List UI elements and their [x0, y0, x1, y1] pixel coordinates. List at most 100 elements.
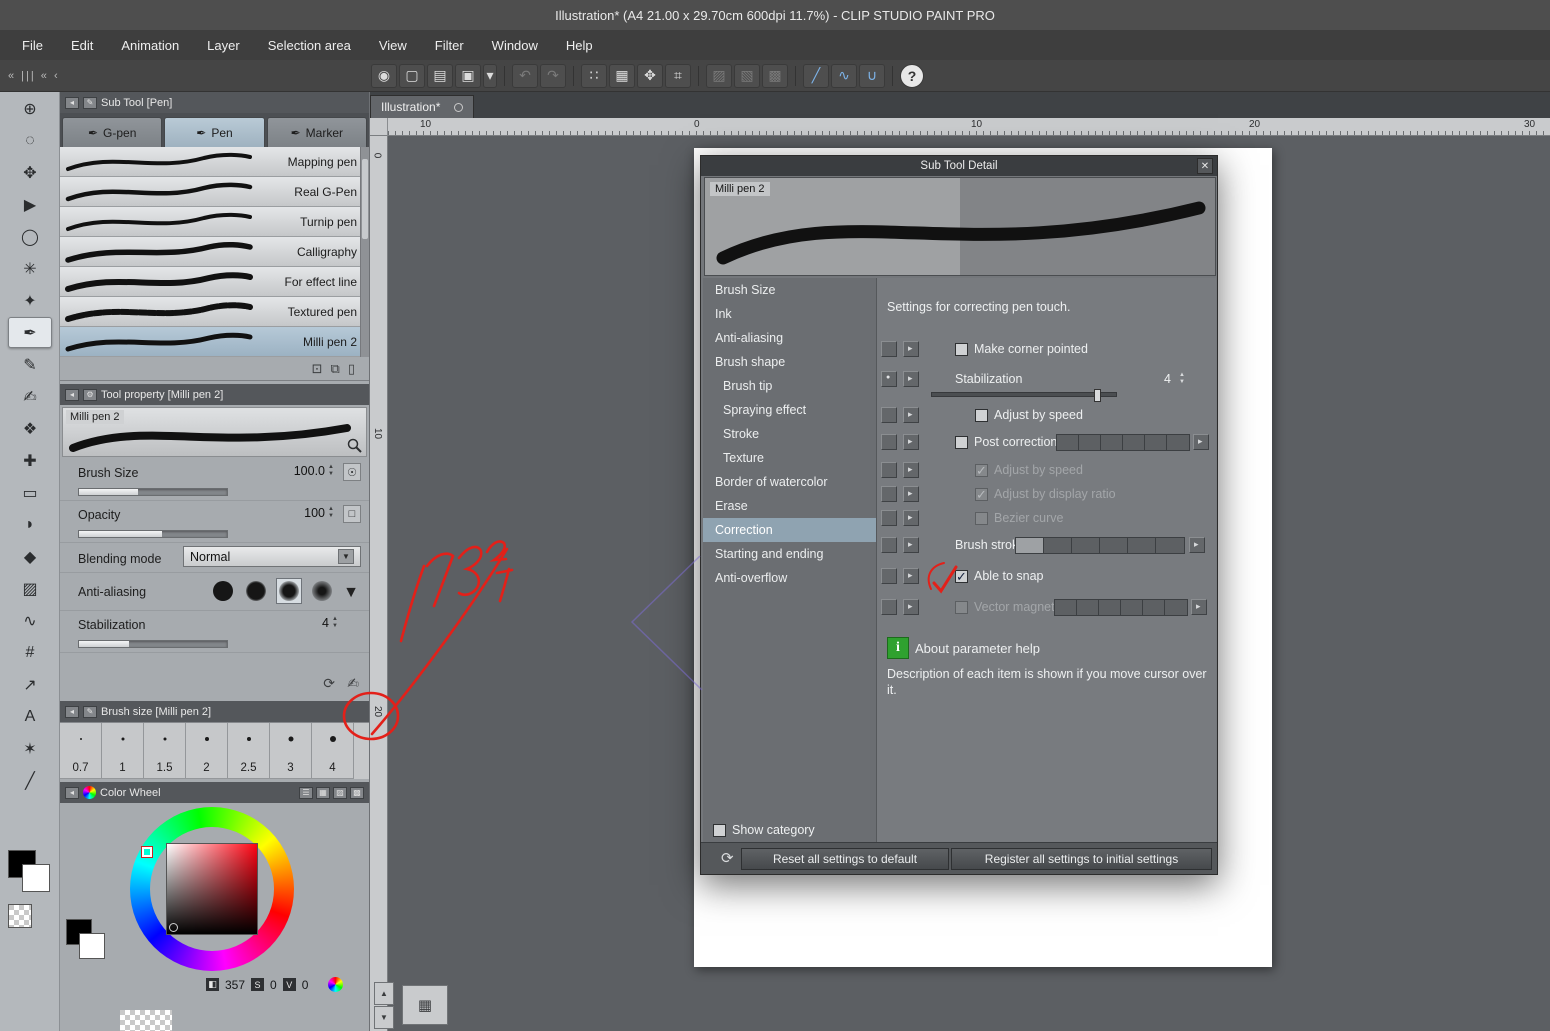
menu-file[interactable]: File — [10, 34, 55, 57]
param-arrow-button[interactable] — [903, 537, 919, 553]
dock-collapse-icon[interactable]: « ||| « ‹ — [0, 70, 370, 82]
make-corner-pointed-checkbox[interactable] — [955, 343, 968, 356]
list-item-calligraphy[interactable]: Calligraphy — [60, 237, 369, 267]
color-wheel-header[interactable]: ◂ Color Wheel ☰ ▦ ▨ ▩ — [60, 782, 369, 803]
register-defaults-icon[interactable]: ✍ — [347, 675, 359, 692]
category-anti-aliasing[interactable]: Anti-aliasing — [703, 326, 876, 350]
save-file-icon[interactable]: ▣ — [455, 64, 481, 88]
move-tool-icon[interactable]: ✥ — [8, 157, 52, 188]
subtool-panel-header[interactable]: ◂ ✎ Sub Tool [Pen] — [60, 92, 369, 113]
show-indicator-button[interactable] — [881, 599, 897, 615]
color-mixer-tab-icon[interactable]: ▨ — [333, 787, 347, 799]
operation-tool-icon[interactable]: ▶ — [8, 189, 52, 220]
category-brush-tip[interactable]: Brush tip — [703, 374, 876, 398]
fill-tool-icon[interactable]: ◆ — [8, 541, 52, 572]
adjust-by-speed-checkbox[interactable] — [975, 409, 988, 422]
straight-line-icon[interactable]: ╱ — [803, 64, 829, 88]
figure-tool-icon[interactable]: ∿ — [8, 605, 52, 636]
menu-edit[interactable]: Edit — [59, 34, 105, 57]
param-arrow-button[interactable] — [903, 371, 919, 387]
tab-g-pen[interactable]: ✒G-pen — [62, 117, 162, 147]
brush-stroke-level-control[interactable] — [1015, 537, 1185, 554]
snap-special-ruler-icon[interactable]: ▦ — [609, 64, 635, 88]
eyedropper-tool-icon[interactable]: ✦ — [8, 285, 52, 316]
auto-select-tool-icon[interactable]: ✳ — [8, 253, 52, 284]
reset-all-settings-button[interactable]: Reset all settings to default — [741, 848, 949, 870]
param-arrow-button[interactable] — [903, 341, 919, 357]
stabilization-spinner[interactable]: ▲▼ — [1179, 372, 1188, 386]
tab-pen[interactable]: ✒Pen — [164, 117, 264, 147]
reset-icon[interactable]: ⟳ — [721, 849, 734, 867]
param-arrow-button[interactable] — [903, 407, 919, 423]
list-item-turnip-pen[interactable]: Turnip pen — [60, 207, 369, 237]
frame-tool-icon[interactable]: # — [8, 637, 52, 668]
brush-size-2[interactable]: 2 — [186, 723, 228, 779]
brush-size-1[interactable]: 1 — [102, 723, 144, 779]
navigator-icon[interactable]: ▦ — [402, 985, 448, 1025]
color-set-tab-icon[interactable]: ▦ — [316, 787, 330, 799]
show-indicator-button[interactable] — [881, 462, 897, 478]
stabilization-slider[interactable] — [931, 392, 1117, 397]
brush-size-value[interactable]: 100.0 — [294, 464, 325, 478]
airbrush-tool-icon[interactable]: ❖ — [8, 413, 52, 444]
opacity-source-icon[interactable]: □ — [343, 505, 361, 523]
category-spraying-effect[interactable]: Spraying effect — [703, 398, 876, 422]
category-border-of-watercolor[interactable]: Border of watercolor — [703, 470, 876, 494]
tool-property-header[interactable]: ◂ ⚙ Tool property [Milli pen 2] — [60, 384, 369, 405]
stabilization-value[interactable]: 4 — [322, 616, 329, 630]
show-indicator-button[interactable] — [881, 510, 897, 526]
hue-ring[interactable] — [130, 807, 294, 971]
brush-size-1.5[interactable]: 1.5 — [144, 723, 186, 779]
category-brush-shape[interactable]: Brush shape — [703, 350, 876, 374]
redo-icon[interactable]: ↷ — [540, 64, 566, 88]
brush-size-spinner[interactable]: ▲▼ — [328, 464, 337, 478]
menu-selection-area[interactable]: Selection area — [256, 34, 363, 57]
u-curve-icon[interactable]: ∪ — [859, 64, 885, 88]
able-to-snap-checkbox[interactable] — [955, 570, 968, 583]
brush-size-3[interactable]: 3 — [270, 723, 312, 779]
menu-window[interactable]: Window — [480, 34, 550, 57]
reset-defaults-icon[interactable]: ⟳ — [323, 675, 335, 692]
gradient-tool-icon[interactable]: ▨ — [8, 573, 52, 604]
open-file-icon[interactable]: ▤ — [427, 64, 453, 88]
show-indicator-button[interactable] — [881, 341, 897, 357]
pen-list-scrollbar[interactable] — [360, 147, 369, 357]
trash-icon[interactable]: ▯ — [348, 361, 355, 377]
aa-none-button[interactable] — [210, 578, 236, 604]
ruler-tool-icon[interactable]: ↗ — [8, 669, 52, 700]
opacity-spinner[interactable]: ▲▼ — [328, 506, 337, 520]
opacity-slider[interactable] — [78, 530, 228, 538]
pen-tool-icon[interactable]: ✒ — [8, 317, 52, 348]
category-starting-and-ending[interactable]: Starting and ending — [703, 542, 876, 566]
transparent-color-swatch[interactable] — [8, 904, 32, 928]
show-category-checkbox[interactable] — [713, 824, 726, 837]
brush-size-source-icon[interactable]: ☉ — [343, 463, 361, 481]
brush-size-4[interactable]: 4 — [312, 723, 354, 779]
list-item-milli-pen-2[interactable]: Milli pen 2 — [60, 327, 369, 357]
register-all-settings-button[interactable]: Register all settings to initial setting… — [951, 848, 1212, 870]
category-stroke[interactable]: Stroke — [703, 422, 876, 446]
new-file-icon[interactable]: ▢ — [399, 64, 425, 88]
help-icon[interactable]: ? — [900, 64, 924, 88]
view-mode-3-icon[interactable]: ▩ — [762, 64, 788, 88]
param-arrow-button[interactable] — [903, 568, 919, 584]
dialog-titlebar[interactable]: Sub Tool Detail — [701, 156, 1217, 176]
chevron-down-icon[interactable]: ▼ — [343, 584, 359, 602]
blend-tool-icon[interactable]: ◗ — [8, 509, 52, 540]
category-brush-size[interactable]: Brush Size — [703, 278, 876, 302]
csp-logo-icon[interactable]: ◉ — [371, 64, 397, 88]
color-history-tab-icon[interactable]: ▩ — [350, 787, 364, 799]
snap-grid-icon[interactable]: ✥ — [637, 64, 663, 88]
category-texture[interactable]: Texture — [703, 446, 876, 470]
select-tool-icon[interactable]: ◌ — [8, 125, 52, 156]
list-item-real-g-pen[interactable]: Real G-Pen — [60, 177, 369, 207]
menu-layer[interactable]: Layer — [195, 34, 252, 57]
show-indicator-button[interactable] — [881, 486, 897, 502]
panel-collapse-icon[interactable]: ◂ — [65, 787, 79, 799]
show-indicator-button[interactable] — [881, 407, 897, 423]
aa-strong-button[interactable] — [309, 578, 335, 604]
brush-size-panel-header[interactable]: ◂ ✎ Brush size [Milli pen 2] — [60, 701, 369, 722]
post-correction-checkbox[interactable] — [955, 436, 968, 449]
stabilization-slider[interactable] — [78, 640, 228, 648]
sv-square[interactable] — [166, 843, 258, 935]
